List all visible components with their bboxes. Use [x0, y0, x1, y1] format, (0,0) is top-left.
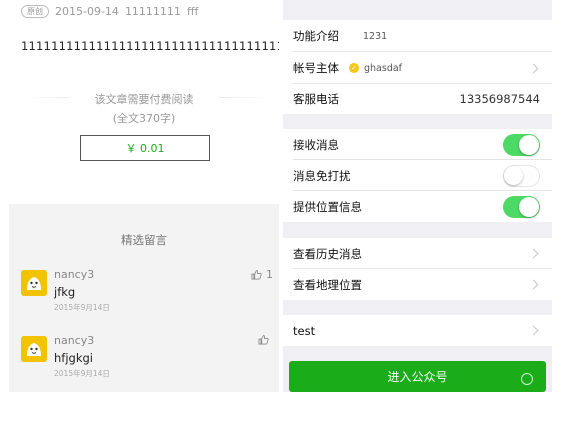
test-row[interactable]: test — [283, 315, 552, 346]
paywall-word-count: (全文370字) — [112, 112, 176, 125]
phone-row[interactable]: 客服电话 13356987544 — [283, 84, 552, 114]
comment-text: jfkg — [54, 285, 76, 299]
article-author: 11111111 — [124, 4, 181, 18]
toggle-row-location: 提供位置信息 — [283, 191, 552, 222]
toggle-knob — [504, 165, 523, 185]
toggle-row-dnd: 消息免打扰 — [283, 160, 552, 191]
subject-value: ghasdaf — [364, 62, 403, 74]
enter-account-button[interactable]: 进入公众号 — [289, 361, 546, 392]
toggle-label: 消息免打扰 — [293, 168, 351, 183]
history-row[interactable]: 查看历史消息 — [283, 238, 552, 269]
phone-label: 客服电话 — [293, 92, 339, 106]
thumbs-up-icon — [251, 269, 262, 280]
comment-item: nancy3 jfkg 2015年9月14日 1 — [21, 266, 273, 316]
original-tag: 原创 — [21, 4, 49, 18]
comment-date: 2015年9月14日 — [54, 303, 110, 312]
comment-date: 2015年9月14日 — [54, 369, 110, 378]
toggle-row-receive: 接收消息 — [283, 129, 552, 160]
verified-icon: ✓ — [349, 63, 359, 73]
receive-messages-toggle[interactable] — [503, 133, 540, 156]
comment-item: nancy3 hfjgkgi 2015年9月14日 — [21, 332, 273, 382]
location-label: 查看地理位置 — [293, 277, 362, 292]
intro-row: 功能介绍 1231 — [283, 20, 552, 52]
share-location-toggle[interactable] — [503, 195, 540, 218]
intro-value: 1231 — [363, 30, 388, 42]
article-body: 11111111111111111111111111111111111 — [21, 39, 279, 53]
phone-value: 13356987544 — [459, 92, 540, 106]
avatar[interactable] — [21, 270, 47, 296]
toggle-label: 接收消息 — [293, 137, 339, 152]
toggle-label: 提供位置信息 — [293, 199, 362, 214]
pay-button[interactable]: ￥ 0.01 — [80, 135, 210, 161]
do-not-disturb-toggle[interactable] — [503, 164, 540, 187]
chevron-right-icon — [528, 63, 539, 73]
avatar[interactable] — [21, 336, 47, 362]
test-label: test — [293, 323, 316, 338]
location-row[interactable]: 查看地理位置 — [283, 269, 552, 300]
article-date: 2015-09-14 — [55, 4, 119, 18]
chevron-right-icon — [528, 325, 539, 336]
toggle-knob — [519, 134, 539, 155]
toggle-knob — [519, 196, 539, 217]
subject-label: 帐号主体 — [293, 61, 339, 75]
intro-label: 功能介绍 — [293, 29, 339, 43]
comment-author: nancy3 — [54, 268, 95, 281]
history-label: 查看历史消息 — [293, 246, 362, 261]
chevron-right-icon — [528, 248, 539, 259]
article-panel: 原创 2015-09-14 11111111 fff 1111111111111… — [9, 0, 279, 392]
subject-row[interactable]: 帐号主体 ✓ ghasdaf — [283, 52, 552, 84]
profile-panel: 功能介绍 1231 帐号主体 ✓ ghasdaf 客服电话 1335698754… — [283, 0, 552, 392]
comment-author: nancy3 — [54, 334, 95, 347]
watermark-logo-icon — [521, 373, 533, 385]
watermark — [521, 373, 535, 385]
face-icon — [21, 270, 47, 296]
paywall-notice: 该文章需要付费阅读 — [69, 91, 219, 107]
like-count: 1 — [266, 268, 273, 281]
face-icon — [21, 336, 47, 362]
comment-section: 精选留言 nancy3 jfkg 2015年9月14日 1 nancy3 hfj… — [9, 204, 279, 392]
chevron-right-icon — [528, 279, 539, 290]
thumbs-up-icon — [258, 334, 269, 345]
like-button[interactable] — [258, 334, 273, 345]
comments-header: 精选留言 — [121, 233, 167, 247]
like-button[interactable]: 1 — [251, 268, 273, 281]
article-meta: 原创 2015-09-14 11111111 fff — [21, 3, 198, 19]
account-link[interactable]: fff — [187, 5, 198, 18]
comment-text: hfjgkgi — [54, 351, 93, 365]
